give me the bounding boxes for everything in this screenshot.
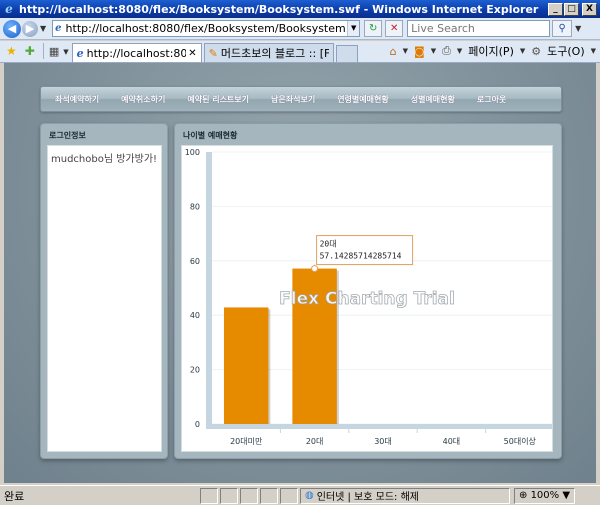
- search-options-icon[interactable]: ▼: [575, 24, 581, 33]
- print-icon[interactable]: ⎙: [442, 44, 451, 58]
- main-menu-bar: 좌석예약하기 예약취소하기 예약된 리스트보기 남은좌석보기 연령별예매현황 성…: [40, 86, 562, 112]
- menu-item-cancel[interactable]: 예약취소하기: [121, 94, 165, 105]
- back-button[interactable]: ◀: [3, 19, 21, 38]
- minimize-button[interactable]: _: [548, 2, 563, 16]
- chart-panel-title: 나이별 예매현황: [183, 131, 238, 140]
- window-title-bar: e http://localhost:8080/flex/Booksystem/…: [0, 0, 600, 18]
- new-tab-button[interactable]: [335, 45, 358, 62]
- tab-label: 머드초보의 블로그 :: [FL...: [220, 47, 329, 60]
- menu-item-reserve[interactable]: 좌석예약하기: [55, 94, 99, 105]
- tab-close-icon[interactable]: ✕: [188, 48, 196, 59]
- y-tick-label: 40: [190, 311, 200, 320]
- menu-item-age-stats[interactable]: 연령별예매현황: [337, 94, 389, 105]
- globe-icon: ◍: [305, 490, 314, 501]
- address-toolbar: ◀ ▶ ▼ e http://localhost:8080/flex/Books…: [0, 18, 600, 40]
- x-tick-label: 30대: [374, 437, 392, 446]
- tab-blog[interactable]: ✎ 머드초보의 블로그 :: [FL...: [203, 43, 334, 62]
- page-menu[interactable]: 페이지(P): [468, 43, 514, 59]
- welcome-message: mudchobo님 방가방가!: [51, 154, 158, 165]
- menu-item-logout[interactable]: 로그아웃: [477, 94, 506, 105]
- y-tick-label: 0: [195, 420, 200, 429]
- favorites-star-icon[interactable]: ★: [6, 44, 17, 58]
- x-tick-label: 40대: [443, 437, 461, 446]
- feeds-dropdown-icon[interactable]: ▼: [431, 47, 436, 55]
- security-zone[interactable]: ◍ 인터넷 | 보호 모드: 해제: [300, 487, 510, 504]
- age-chart-panel: 나이별 예매현황 0 20 40 60 80 100 20대미만 20대 30대 40대 50대이상…: [174, 123, 562, 459]
- add-favorites-icon[interactable]: ✚: [25, 44, 35, 58]
- page-dropdown-icon[interactable]: ▼: [520, 47, 525, 55]
- status-cell: [280, 487, 298, 504]
- login-info-panel: 로그인정보 mudchobo님 방가방가!: [40, 123, 168, 459]
- tooltip-marker: [311, 265, 319, 273]
- y-tick-label: 20: [190, 366, 200, 375]
- watermark-text: Flex Charting Trial: [279, 289, 455, 309]
- address-field[interactable]: e http://localhost:8080/flex/Booksystem/…: [52, 20, 361, 37]
- y-axis-line: [206, 152, 212, 424]
- tools-dropdown-icon[interactable]: ▼: [591, 47, 596, 55]
- feeds-icon[interactable]: ◙: [414, 45, 425, 58]
- home-icon[interactable]: ⌂: [390, 45, 397, 58]
- quick-tabs-icon[interactable]: ▦: [49, 45, 59, 58]
- address-url[interactable]: http://localhost:8080/flex/Booksystem/Bo…: [66, 22, 348, 35]
- zoom-level: 100%: [530, 490, 560, 501]
- login-panel-body: mudchobo님 방가방가!: [47, 145, 162, 452]
- forward-button[interactable]: ▶: [22, 20, 38, 37]
- status-cell: [220, 487, 238, 504]
- maximize-button[interactable]: □: [564, 2, 579, 16]
- tooltip-category: 20대: [320, 240, 337, 249]
- stop-button[interactable]: ✕: [385, 20, 404, 37]
- tab-page-icon: e: [76, 46, 84, 60]
- tools-menu[interactable]: 도구(O): [547, 43, 584, 59]
- refresh-button[interactable]: ↻: [364, 20, 383, 37]
- tab-booksystem[interactable]: e http://localhost:8080... ✕: [71, 43, 202, 62]
- login-panel-title: 로그인정보: [49, 131, 86, 140]
- window-title: http://localhost:8080/flex/Booksystem/Bo…: [19, 2, 539, 16]
- flex-app: 좌석예약하기 예약취소하기 예약된 리스트보기 남은좌석보기 연령별예매현황 성…: [4, 63, 596, 483]
- toolbar-divider: [42, 43, 44, 59]
- y-tick-label: 100: [185, 148, 200, 157]
- address-dropdown-icon[interactable]: ▼: [347, 21, 360, 36]
- chart-area: 0 20 40 60 80 100 20대미만 20대 30대 40대 50대이상 20대 57.142…: [181, 145, 553, 452]
- command-bar: ⌂ ▼ ◙ ▼ ⎙ ▼ 페이지(P) ▼ ⚙ 도구(O) ▼: [358, 43, 600, 59]
- zoom-icon: ⊕: [519, 490, 531, 501]
- menu-item-remaining-seats[interactable]: 남은좌석보기: [271, 94, 315, 105]
- status-bar: 완료 ◍ 인터넷 | 보호 모드: 해제 ⊕ 100% ▼: [0, 485, 600, 505]
- status-text: 완료: [4, 489, 25, 503]
- bar: [223, 307, 269, 424]
- x-tick-label: 50대이상: [504, 436, 537, 446]
- page-icon: e: [55, 23, 62, 34]
- y-tick-label: 80: [190, 202, 200, 211]
- x-tick-label: 20대미만: [230, 437, 263, 446]
- zoom-dropdown-icon[interactable]: ▼: [559, 490, 570, 501]
- tab-list-dropdown-icon[interactable]: ▼: [63, 48, 68, 56]
- close-window-button[interactable]: X: [582, 2, 597, 16]
- y-tick-label: 60: [190, 257, 200, 266]
- home-dropdown-icon[interactable]: ▼: [403, 47, 408, 55]
- ie-logo-icon: e: [5, 2, 13, 16]
- search-input[interactable]: Live Search: [407, 20, 551, 37]
- tab-toolbar: ★ ✚ ▦ ▼ e http://localhost:8080... ✕ ✎ 머…: [0, 41, 600, 63]
- menu-item-reserved-list[interactable]: 예약된 리스트보기: [187, 94, 249, 105]
- zoom-control[interactable]: ⊕ 100% ▼: [514, 487, 576, 504]
- tooltip-value: 57.14285714285714: [320, 252, 402, 261]
- gear-icon: ⚙: [531, 44, 542, 58]
- age-bar-chart: 0 20 40 60 80 100 20대미만 20대 30대 40대 50대이상 20대 57.142…: [185, 148, 552, 446]
- status-cell: [240, 487, 258, 504]
- history-dropdown-icon[interactable]: ▼: [40, 24, 46, 33]
- zone-text: 인터넷 | 보호 모드: 해제: [316, 492, 419, 503]
- menu-item-gender-stats[interactable]: 성별예매현황: [411, 94, 455, 105]
- x-tick-label: 20대: [306, 437, 324, 446]
- status-cell: [200, 487, 218, 504]
- print-dropdown-icon[interactable]: ▼: [457, 47, 462, 55]
- tab-label: http://localhost:8080...: [86, 46, 187, 60]
- x-axis-line: [206, 424, 552, 429]
- search-button[interactable]: ⚲: [552, 20, 573, 37]
- status-cell: [260, 487, 278, 504]
- tab-blog-icon: ✎: [208, 46, 218, 60]
